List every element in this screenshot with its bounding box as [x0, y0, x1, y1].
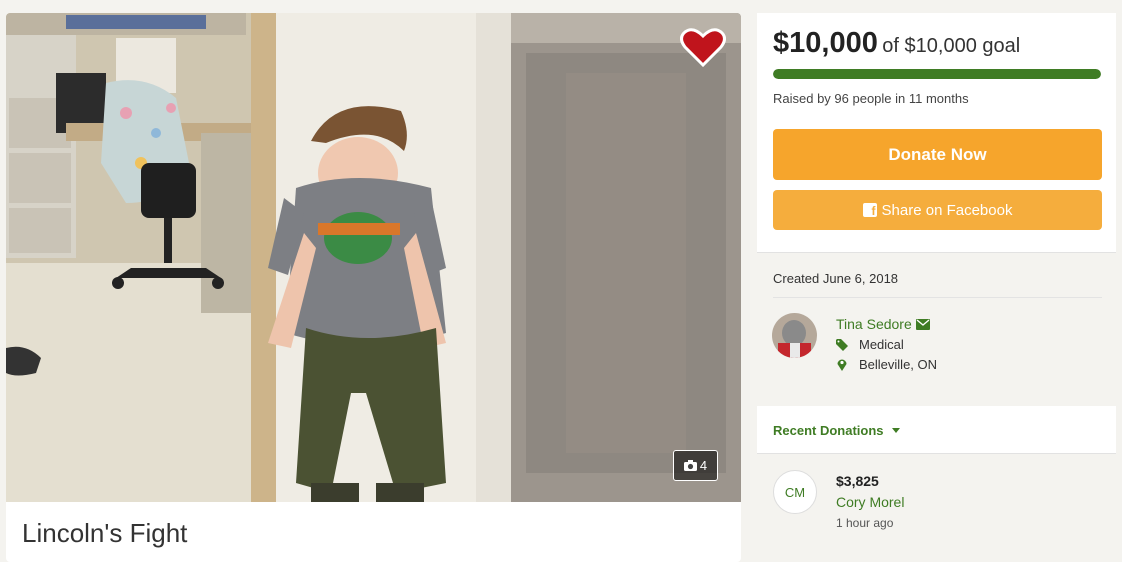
- donor-avatar: CM: [773, 470, 817, 514]
- organizer-name: Tina Sedore: [836, 316, 912, 332]
- favorite-button[interactable]: [680, 27, 726, 67]
- donation-time: 1 hour ago: [836, 516, 894, 530]
- photo-count-number: 4: [699, 458, 708, 473]
- recent-donations-toggle[interactable]: Recent Donations: [773, 423, 900, 438]
- raised-amount: $10,000: [773, 27, 878, 59]
- share-facebook-button[interactable]: f Share on Facebook: [773, 190, 1102, 230]
- campaign-photo-image: [6, 13, 741, 502]
- camera-icon: [683, 460, 697, 471]
- recent-donations-label: Recent Donations: [773, 423, 884, 438]
- tag-icon: [836, 338, 848, 351]
- raised-by-text: Raised by 96 people in 11 months: [773, 91, 969, 106]
- raised-summary: $10,000 of $10,000 goal: [773, 27, 1020, 60]
- donor-name[interactable]: Cory Morel: [836, 494, 904, 510]
- progress-bar: [773, 69, 1101, 79]
- heart-icon: [680, 28, 726, 67]
- recent-donations-header: Recent Donations: [757, 406, 1116, 454]
- location-label: Belleville, ON: [859, 357, 938, 372]
- organizer-avatar[interactable]: [772, 313, 817, 358]
- campaign-photo[interactable]: 4: [6, 13, 741, 502]
- donate-panel: $10,000 of $10,000 goal Raised by 96 peo…: [757, 13, 1116, 253]
- donation-amount: $3,825: [836, 473, 879, 489]
- campaign-title: Lincoln's Fight: [22, 518, 188, 548]
- location-row: Belleville, ON: [836, 357, 937, 372]
- goal-text: of $10,000 goal: [882, 35, 1021, 57]
- campaign-card: 4 Lincoln's Fight: [6, 13, 741, 562]
- donate-now-button[interactable]: Donate Now: [773, 129, 1102, 180]
- facebook-icon: f: [862, 203, 877, 217]
- envelope-icon[interactable]: [915, 318, 930, 330]
- organizer-name-link[interactable]: Tina Sedore: [836, 316, 930, 332]
- progress-fill: [773, 69, 1101, 79]
- divider: [773, 297, 1102, 298]
- category-label: Medical: [859, 337, 904, 352]
- category-row[interactable]: Medical: [836, 337, 904, 352]
- organizer-avatar-image: [772, 313, 817, 358]
- caret-down-icon: [891, 428, 900, 433]
- share-facebook-label: Share on Facebook: [881, 201, 1013, 219]
- map-pin-icon: [837, 359, 847, 371]
- created-date: Created June 6, 2018: [773, 271, 899, 286]
- photo-count-button[interactable]: 4: [673, 450, 718, 481]
